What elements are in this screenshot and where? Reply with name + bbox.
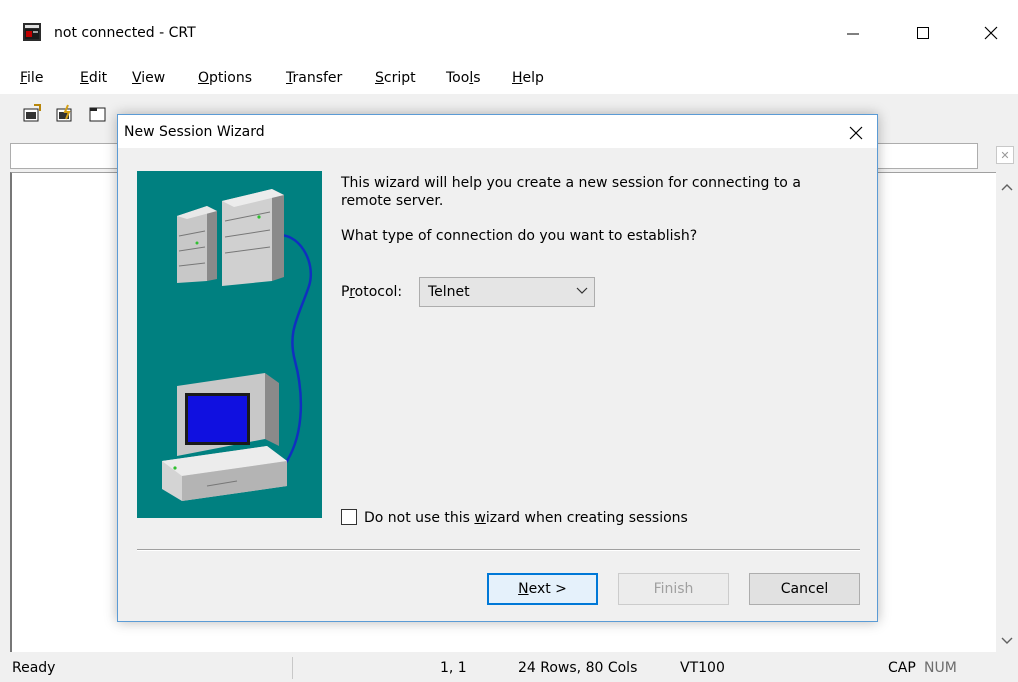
menu-tools[interactable]: Tools — [446, 70, 481, 86]
caps-lock-indicator: CAP — [888, 660, 916, 676]
wizard-intro-text: This wizard will help you create a new s… — [341, 175, 801, 209]
menu-file[interactable]: File — [20, 70, 43, 86]
terminal-dimensions: 24 Rows, 80 Cols — [518, 660, 638, 676]
minimize-icon — [847, 33, 859, 35]
dialog-title: New Session Wizard — [124, 124, 265, 140]
minimize-button[interactable] — [830, 16, 876, 50]
chevron-down-icon — [576, 287, 588, 294]
menu-transfer[interactable]: Transfer — [286, 70, 342, 86]
close-button[interactable] — [968, 16, 1014, 50]
cursor-position: 1, 1 — [440, 660, 467, 676]
status-separator — [292, 657, 293, 679]
menu-script[interactable]: Script — [375, 70, 416, 86]
menu-view[interactable]: View — [132, 70, 165, 86]
menu-options[interactable]: Options — [198, 70, 252, 86]
close-icon — [984, 26, 998, 40]
address-close-button[interactable]: ✕ — [996, 146, 1014, 164]
protocol-label: Protocol: — [341, 284, 403, 300]
connection-question: What type of connection do you want to e… — [341, 228, 698, 244]
num-lock-indicator: NUM — [924, 660, 957, 676]
dialog-separator — [137, 549, 860, 551]
menu-help[interactable]: Help — [512, 70, 544, 86]
computer-icon — [162, 373, 287, 501]
quick-connect-icon[interactable] — [55, 104, 75, 124]
vertical-scrollbar[interactable] — [996, 172, 1018, 652]
scroll-up-button[interactable] — [1000, 180, 1014, 194]
wizard-illustration — [137, 171, 322, 518]
emulation-type: VT100 — [680, 660, 725, 676]
maximize-button[interactable] — [900, 16, 946, 50]
next-button[interactable]: Next > — [487, 573, 598, 605]
cancel-button[interactable]: Cancel — [749, 573, 860, 605]
close-icon: ✕ — [1000, 148, 1010, 162]
status-bar — [0, 654, 1018, 682]
window-title: not connected - CRT — [54, 25, 196, 41]
protocol-selected-value: Telnet — [428, 284, 470, 300]
maximize-icon — [917, 27, 929, 39]
status-text: Ready — [12, 660, 56, 676]
connect-icon[interactable] — [22, 104, 42, 124]
crt-app-icon[interactable] — [22, 22, 42, 42]
dialog-close-button[interactable] — [838, 118, 874, 148]
menu-edit[interactable]: Edit — [80, 70, 107, 86]
scroll-down-button[interactable] — [1000, 634, 1014, 648]
chevron-up-icon — [1001, 184, 1013, 191]
no-wizard-checkbox[interactable] — [341, 509, 357, 525]
close-icon — [849, 126, 863, 140]
finish-button: Finish — [618, 573, 729, 605]
connect-in-tab-icon[interactable] — [88, 104, 108, 124]
no-wizard-checkbox-label[interactable]: Do not use this wizard when creating ses… — [364, 510, 688, 526]
chevron-down-icon — [1001, 637, 1013, 644]
